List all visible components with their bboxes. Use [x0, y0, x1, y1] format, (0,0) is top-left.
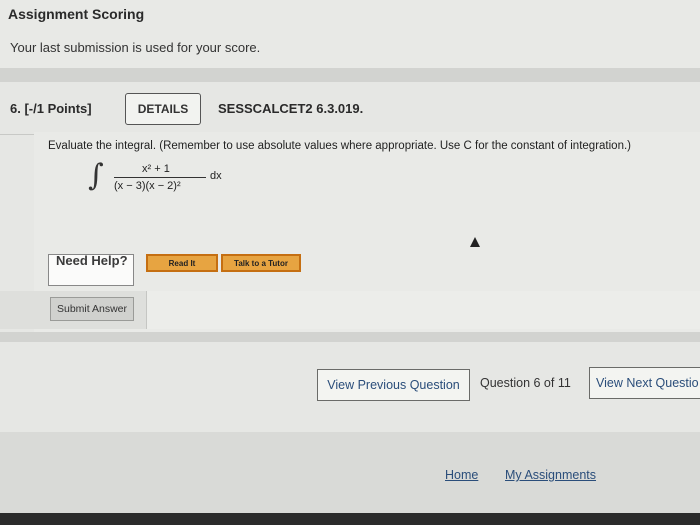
integral-differential: dx — [210, 170, 222, 182]
fraction-bar — [114, 177, 206, 178]
question-position: Question 6 of 11 — [480, 376, 571, 390]
integral-expression: ∫ x² + 1 (x − 3)(x − 2)² dx — [88, 158, 288, 200]
screen-bezel — [0, 513, 700, 525]
my-assignments-link[interactable]: My Assignments — [505, 468, 596, 482]
submit-answer-button[interactable]: Submit Answer — [50, 297, 134, 321]
need-help-label: Need Help? — [56, 253, 128, 268]
home-link[interactable]: Home — [445, 468, 478, 482]
divider — [0, 68, 700, 82]
integral-numerator: x² + 1 — [142, 163, 170, 175]
mouse-cursor-icon — [470, 237, 480, 247]
question-number: 6. [-/1 Points] — [10, 101, 92, 116]
question-prompt: Evaluate the integral. (Remember to use … — [48, 140, 631, 152]
integral-sign-icon: ∫ — [88, 158, 104, 193]
submit-area — [146, 291, 700, 329]
scoring-note: Your last submission is used for your sc… — [10, 40, 261, 55]
view-next-question-button[interactable]: View Next Questio — [589, 367, 700, 399]
read-it-button[interactable]: Read It — [146, 254, 218, 272]
divider — [0, 332, 700, 342]
talk-to-tutor-button[interactable]: Talk to a Tutor — [221, 254, 301, 272]
assignment-scoring-panel: Assignment Scoring Your last submission … — [0, 0, 700, 68]
details-button[interactable]: DETAILS — [125, 93, 201, 125]
integral-denominator: (x − 3)(x − 2)² — [114, 180, 181, 192]
question-code: SESSCALCET2 6.3.019. — [218, 101, 364, 116]
page-title: Assignment Scoring — [8, 6, 145, 22]
question-header: 6. [-/1 Points] DETAILS SESSCALCET2 6.3.… — [0, 82, 700, 135]
view-previous-question-button[interactable]: View Previous Question — [317, 369, 470, 401]
